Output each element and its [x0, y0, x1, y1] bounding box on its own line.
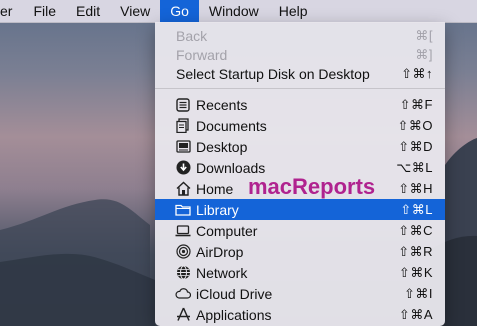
network-globe-icon — [175, 265, 191, 280]
menubar-app-finder[interactable]: er — [0, 0, 23, 22]
menu-item-label: Recents — [196, 96, 248, 113]
menu-item-label: Network — [196, 264, 248, 281]
menubar-go[interactable]: Go — [160, 0, 199, 22]
menu-item-desktop[interactable]: Desktop ⇧⌘D — [155, 136, 445, 157]
menu-item-applications[interactable]: Applications ⇧⌘A — [155, 304, 445, 325]
menu-item-label: Home — [196, 180, 234, 197]
menu-item-label: Select Startup Disk on Desktop — [176, 65, 370, 82]
menu-item-label: Forward — [176, 46, 228, 63]
menu-item-network[interactable]: Network ⇧⌘K — [155, 262, 445, 283]
menu-bar: er File Edit View Go Window Help — [0, 0, 477, 23]
menu-item-shortcut: ⌘[ — [415, 27, 433, 43]
menu-item-back[interactable]: Back ⌘[ — [155, 25, 445, 46]
menu-item-label: iCloud Drive — [196, 285, 273, 302]
menu-item-label: AirDrop — [196, 243, 244, 260]
menu-item-label: Back — [176, 27, 208, 44]
menu-item-shortcut: ⇧⌘↑ — [401, 65, 433, 81]
menu-item-computer[interactable]: Computer ⇧⌘C — [155, 220, 445, 241]
computer-icon — [175, 223, 191, 238]
menu-item-label: Applications — [196, 306, 272, 323]
menu-item-forward[interactable]: Forward ⌘] — [155, 44, 445, 65]
menu-item-select-startup-disk[interactable]: Select Startup Disk on Desktop ⇧⌘↑ — [155, 63, 445, 84]
menu-item-label: Documents — [196, 117, 267, 134]
menu-item-shortcut: ⇧⌘A — [398, 306, 433, 322]
menu-separator — [155, 88, 445, 89]
library-folder-icon — [175, 202, 191, 217]
menu-item-label: Desktop — [196, 138, 248, 155]
menu-item-shortcut: ⇧⌘F — [399, 96, 433, 112]
menu-item-label: Library — [196, 201, 239, 218]
menu-item-recents[interactable]: Recents ⇧⌘F — [155, 94, 445, 115]
documents-icon — [175, 118, 191, 133]
downloads-icon — [175, 160, 191, 175]
menu-item-shortcut: ⇧⌘K — [398, 264, 433, 280]
menubar-edit[interactable]: Edit — [66, 0, 110, 22]
airdrop-icon — [175, 244, 191, 259]
menu-item-library[interactable]: Library ⇧⌘L — [155, 199, 445, 220]
menu-item-label: Computer — [196, 222, 258, 239]
watermark-text: macReports — [248, 174, 376, 199]
menu-item-shortcut: ⌘] — [415, 46, 433, 62]
menu-item-airdrop[interactable]: AirDrop ⇧⌘R — [155, 241, 445, 262]
menu-item-shortcut: ⇧⌘C — [398, 222, 433, 238]
menu-item-shortcut: ⇧⌘I — [403, 285, 433, 301]
menubar-file[interactable]: File — [23, 0, 66, 22]
home-icon — [175, 181, 191, 196]
icloud-icon — [175, 286, 191, 301]
menu-item-shortcut: ⇧⌘R — [398, 243, 433, 259]
menu-item-shortcut: ⇧⌘D — [398, 138, 433, 154]
recents-icon — [175, 97, 191, 112]
menu-item-icloud-drive[interactable]: iCloud Drive ⇧⌘I — [155, 283, 445, 304]
applications-icon — [175, 307, 191, 322]
menu-item-shortcut: ⇧⌘H — [398, 180, 433, 196]
menubar-help[interactable]: Help — [269, 0, 318, 22]
menu-item-shortcut: ⇧⌘O — [397, 117, 433, 133]
menu-item-shortcut: ⌥⌘L — [396, 159, 433, 175]
menu-item-documents[interactable]: Documents ⇧⌘O — [155, 115, 445, 136]
desktop-icon — [175, 139, 191, 154]
menubar-view[interactable]: View — [110, 0, 160, 22]
menu-item-shortcut: ⇧⌘L — [400, 201, 433, 217]
menubar-window[interactable]: Window — [199, 0, 269, 22]
